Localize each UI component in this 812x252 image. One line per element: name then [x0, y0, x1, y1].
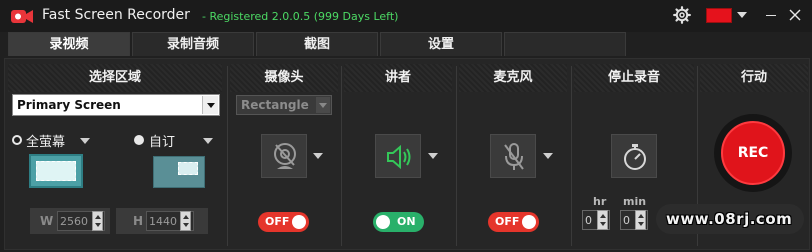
fullscreen-radio[interactable] — [12, 135, 22, 145]
tab-record-video[interactable]: 录视频 — [8, 32, 130, 56]
chevron-down-icon[interactable] — [428, 153, 438, 159]
region-select[interactable]: Primary Screen — [12, 94, 220, 116]
webcam-shape-value: Rectangle — [241, 98, 309, 112]
divider — [571, 66, 572, 246]
action-heading: 行动 — [700, 64, 808, 92]
width-box: W 2560 — [30, 208, 110, 234]
divider — [341, 66, 342, 246]
gear-icon[interactable] — [673, 6, 691, 24]
tab-empty — [504, 32, 626, 56]
rec-button[interactable]: REC — [721, 121, 785, 185]
tab-settings[interactable]: 设置 — [380, 32, 502, 56]
fullscreen-label: 全萤幕 — [26, 135, 66, 150]
width-label: W — [40, 214, 54, 228]
microphone-heading: 麦克风 — [459, 64, 567, 92]
speaker-button[interactable] — [375, 134, 421, 178]
toggle-knob — [292, 215, 306, 229]
chevron-down-icon[interactable] — [313, 153, 323, 159]
region-heading: 选择区域 — [8, 64, 222, 92]
tab-bar: 录视频 录制音频 截图 设置 — [0, 32, 812, 58]
registration-status: - Registered 2.0.0.5 (999 Days Left) — [202, 10, 399, 23]
height-label: H — [133, 214, 144, 228]
region-select-value: Primary Screen — [17, 98, 121, 112]
webcam-shape-select: Rectangle — [236, 95, 332, 115]
camera-logo-icon — [11, 10, 33, 23]
chevron-down-icon[interactable] — [203, 138, 213, 144]
microphone-toggle-label: OFF — [495, 215, 520, 228]
camera-heading: 摄像头 — [230, 64, 338, 92]
min-label: min — [623, 195, 647, 208]
webcam-icon — [274, 143, 296, 169]
hr-label: hr — [593, 195, 607, 208]
speaker-toggle[interactable]: ON — [373, 212, 424, 232]
custom-radio[interactable] — [134, 135, 144, 145]
hr-spinner[interactable] — [597, 210, 608, 230]
speaker-heading: 讲者 — [344, 64, 452, 92]
width-spinner[interactable] — [92, 211, 103, 231]
watermark-text: www.08rj.com — [666, 210, 793, 228]
timer-button[interactable] — [611, 134, 657, 178]
stopwatch-icon — [624, 144, 646, 170]
tab-record-audio[interactable]: 录制音频 — [132, 32, 254, 56]
stop-heading: 停止录音 — [574, 64, 694, 92]
divider — [227, 66, 228, 246]
speaker-icon — [387, 144, 411, 170]
toggle-knob — [522, 215, 536, 229]
min-spinner[interactable] — [635, 210, 646, 230]
toggle-knob — [376, 215, 390, 229]
webcam-toggle[interactable]: OFF — [258, 212, 309, 232]
chevron-down-icon[interactable] — [543, 153, 553, 159]
height-spinner[interactable] — [180, 211, 191, 231]
close-icon[interactable] — [788, 8, 802, 22]
title-bar: Fast Screen Recorder - Registered 2.0.0.… — [0, 0, 812, 32]
webcam-toggle-label: OFF — [265, 215, 290, 228]
microphone-muted-icon — [504, 143, 524, 170]
language-flag-icon[interactable] — [706, 8, 732, 23]
microphone-button[interactable] — [490, 134, 536, 178]
microphone-toggle[interactable]: OFF — [488, 212, 539, 232]
chevron-down-icon[interactable] — [80, 138, 90, 144]
speaker-toggle-label: ON — [397, 215, 416, 228]
chevron-down-icon[interactable] — [202, 96, 218, 114]
chevron-down-icon[interactable] — [737, 12, 747, 18]
custom-label: 自订 — [149, 135, 176, 150]
minimize-button[interactable] — [766, 15, 776, 16]
height-box: H 1440 — [116, 208, 208, 234]
app-title: Fast Screen Recorder — [42, 7, 190, 23]
watermark: www.08rj.com — [656, 204, 804, 234]
fullscreen-preview-icon[interactable] — [29, 154, 83, 188]
chevron-down-icon — [316, 97, 330, 113]
tab-screenshot[interactable]: 截图 — [256, 32, 378, 56]
divider — [456, 66, 457, 246]
custom-area-preview-icon[interactable] — [153, 156, 205, 188]
webcam-button[interactable] — [261, 134, 307, 178]
